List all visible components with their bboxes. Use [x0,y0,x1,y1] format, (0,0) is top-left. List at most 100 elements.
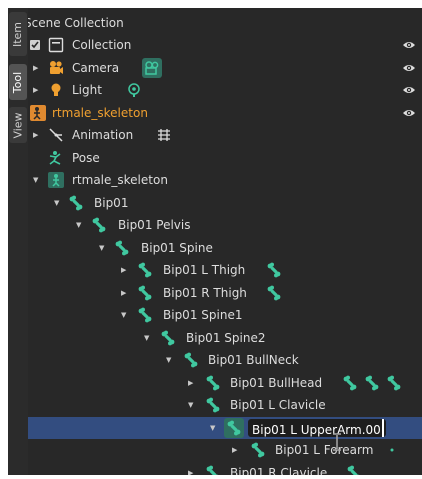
bone-icon[interactable] [266,285,282,301]
collapse-arrow-icon[interactable]: ▼ [121,311,126,319]
eye-icon[interactable] [402,85,416,95]
collapse-arrow-icon[interactable]: ▼ [33,176,38,184]
text-cursor [382,418,384,437]
outliner-row-bone-pelvis[interactable]: ▼ Bip01 Pelvis [28,214,422,237]
collapse-arrow-icon[interactable]: ▼ [76,221,81,229]
bone-label: Bip01 Pelvis [118,218,191,233]
pose-icon [49,150,61,165]
bone-icon[interactable] [386,375,402,391]
outliner-row-animation[interactable]: ▶ Animation [28,124,422,147]
collapse-arrow-icon[interactable]: ▼ [166,356,171,364]
bone-icon [226,420,242,436]
bone-icon [205,375,221,391]
light-bulb-icon [51,83,61,97]
camera-icon [50,60,63,74]
armature-data-icon [48,172,64,189]
expand-arrow-icon[interactable]: ▶ [33,131,38,139]
outliner-row-bone-bullneck[interactable]: ▼ Bip01 BullNeck [28,349,422,372]
rename-input[interactable] [248,420,386,439]
bone-icon[interactable] [342,375,358,391]
bone-label: Bip01 R Thigh [163,285,247,300]
tab-view[interactable]: View [9,107,27,143]
expand-arrow-icon[interactable]: ▶ [188,469,193,475]
bone-icon [183,352,199,368]
outliner-row-collection[interactable]: Collection [28,34,422,57]
collapse-arrow-icon[interactable]: ▼ [54,199,59,207]
eye-icon[interactable] [402,108,416,118]
bone-icon [137,285,153,301]
armature-data-label: rtmale_skeleton [72,173,168,188]
bone-label: Bip01 L Clavicle [230,398,326,413]
animation-label: Animation [72,128,134,143]
checkbox-icon[interactable] [30,40,40,51]
bone-icon [114,240,130,256]
outliner-row-camera[interactable]: ▶ Camera [28,57,422,80]
expand-arrow-icon[interactable]: ▶ [121,266,126,274]
outliner-row-light[interactable]: ▶ Light [28,79,422,102]
bone-icon [160,330,176,346]
collapse-arrow-icon[interactable]: ▼ [210,424,215,432]
bone-icon [137,307,153,323]
bone-icon [68,195,84,211]
outliner-row-bone-l-thigh[interactable]: ▶ Bip01 L Thigh [28,259,422,282]
outliner-row-scene-collection[interactable]: Scene Collection [28,12,422,35]
scene-collection-label: Scene Collection [28,16,124,31]
camera-data-icon[interactable] [142,57,162,78]
bone-icon [137,262,153,278]
animation-icon [49,128,63,142]
rename-field[interactable] [248,418,386,439]
collapse-arrow-icon[interactable]: ▼ [99,244,104,252]
expand-arrow-icon[interactable]: ▶ [232,446,237,454]
outliner-row-bone-bip01[interactable]: ▼ Bip01 [28,192,422,215]
expand-arrow-icon[interactable]: ▶ [121,289,126,297]
tab-tool-label: Tool [11,71,25,93]
light-data-icon[interactable] [126,82,142,98]
outliner-row-bone-l-upperarm[interactable]: ▼ [28,416,422,439]
collapse-arrow-icon[interactable]: ▼ [144,334,149,342]
outliner-row-bone-r-clavicle[interactable]: ▶ Bip01 R Clavicle [28,462,422,475]
tab-tool[interactable]: Tool [9,64,27,100]
expand-arrow-icon[interactable]: ▶ [33,64,38,72]
eye-icon[interactable] [402,63,416,73]
bone-label: Bip01 BullHead [230,375,323,390]
blender-app: Item Tool View Scene Collection Collecti… [0,0,422,479]
light-label: Light [72,83,102,98]
bone-icon[interactable] [346,465,362,475]
tab-item-label: Item [11,21,25,47]
outliner-row-bone-spine1[interactable]: ▼ Bip01 Spine1 [28,304,422,327]
outliner-row-bone-bullhead[interactable]: ▶ Bip01 BullHead [28,372,422,395]
tab-view-label: View [11,111,25,139]
bone-icon [91,217,107,233]
bone-icon [205,397,221,413]
outliner-row-armature-data[interactable]: ▼ rtmale_skeleton [28,169,422,192]
camera-label: Camera [72,60,120,75]
outliner-row-bone-spine[interactable]: ▼ Bip01 Spine [28,237,422,260]
bone-icon[interactable] [364,375,380,391]
outliner-row-bone-l-forearm[interactable]: ▶ Bip01 L Forearm [28,439,422,462]
expand-arrow-icon[interactable]: ▶ [33,86,38,94]
bone-label: Bip01 L Thigh [163,263,246,278]
outliner-row-bone-l-clavicle[interactable]: ▼ Bip01 L Clavicle [28,394,422,417]
collection-label: Collection [72,38,132,53]
action-icon[interactable] [156,127,172,143]
outliner-row-pose[interactable]: Pose [28,147,422,170]
expand-arrow-icon[interactable]: ▶ [188,379,193,387]
dot-icon [390,448,394,452]
collection-icon [48,38,64,53]
bone-label: Bip01 BullNeck [208,353,299,368]
tab-item[interactable]: Item [9,12,27,56]
eye-icon[interactable] [402,40,416,50]
outliner-row-armature-object[interactable]: rtmale_skeleton [28,102,422,125]
sidebar-tabs: Item Tool View [8,8,28,475]
outliner-row-bone-r-thigh[interactable]: ▶ Bip01 R Thigh [28,282,422,305]
armature-object-icon [30,104,46,121]
armature-object-label: rtmale_skeleton [52,105,148,120]
bone-icon[interactable] [266,262,282,278]
text-cursor-ibeam-icon [333,433,341,451]
bone-label: Bip01 Spine [141,240,213,255]
bone-label: Bip01 R Clavicle [230,465,328,475]
outliner-row-bone-spine2[interactable]: ▼ Bip01 Spine2 [28,327,422,350]
bone-icon [205,465,221,475]
collapse-arrow-icon[interactable]: ▼ [188,401,193,409]
bone-label: Bip01 [94,195,129,210]
